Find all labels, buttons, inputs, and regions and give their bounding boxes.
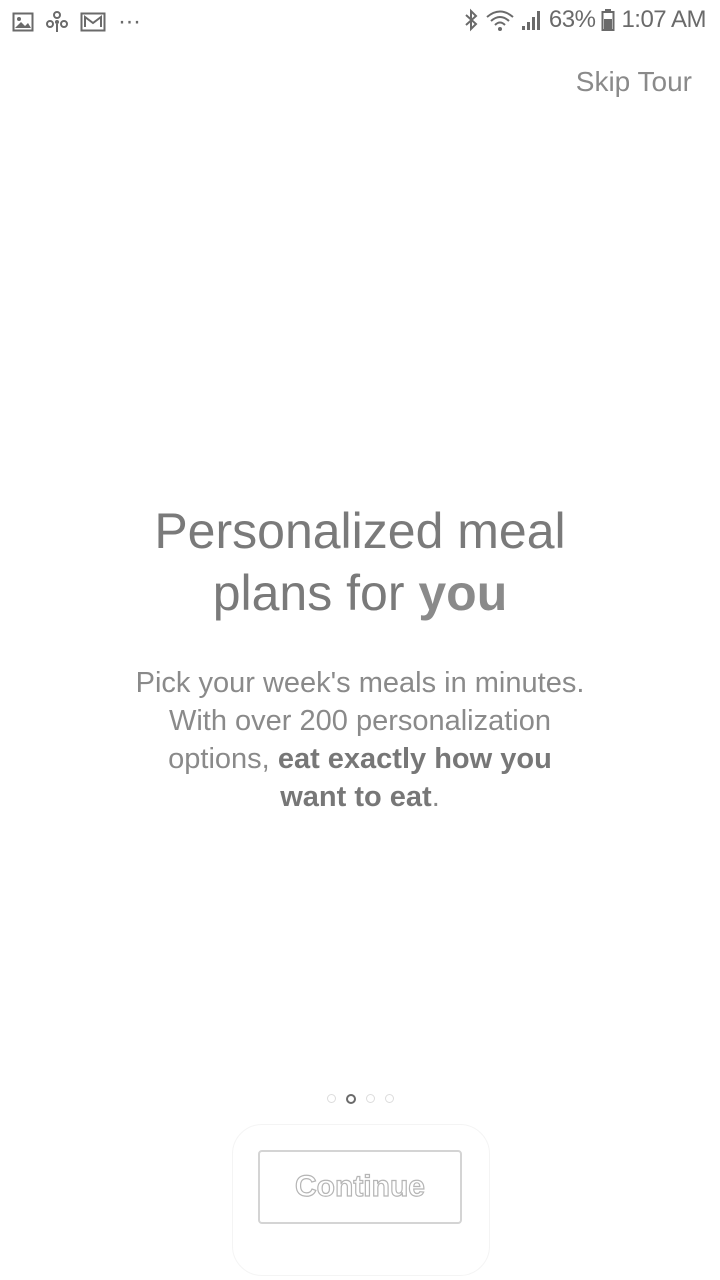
more-notifications: ···: [118, 8, 141, 35]
signal-icon: [521, 8, 543, 32]
subtitle-emphasis-1: eat exactly how you: [277, 743, 552, 775]
gmail-icon: [80, 12, 106, 32]
subtitle-line-1: Pick your week's meals in minutes.: [135, 667, 585, 699]
subtitle-line-3: options, eat exactly how you: [80, 740, 640, 778]
status-bar: ··· 63% 1:07 AM: [0, 0, 720, 44]
headline-line-1: Personalized meal: [154, 503, 566, 559]
page-title: Personalized meal plans for you: [60, 500, 660, 624]
page-indicator: [0, 1094, 720, 1104]
pinwheel-icon: [46, 11, 68, 33]
onboarding-description: Pick your week's meals in minutes. With …: [80, 664, 640, 816]
bluetooth-icon: [463, 8, 479, 32]
battery-percent: 63%: [548, 6, 596, 33]
wifi-icon: [485, 8, 515, 32]
page-dot-1[interactable]: [326, 1094, 336, 1103]
page-dot-3[interactable]: [365, 1094, 375, 1103]
subtitle-line-2: With over 200 personalization: [168, 705, 552, 737]
headline-line-2: plans for you: [60, 562, 660, 624]
clock-time: 1:07 AM: [621, 6, 706, 33]
subtitle-line-4-text: .: [431, 781, 440, 813]
status-left: ···: [12, 8, 141, 36]
page-dot-4[interactable]: [384, 1094, 394, 1103]
subtitle-line-3-text: options,: [168, 743, 278, 775]
subtitle-emphasis-2: want to eat: [280, 781, 432, 813]
status-right: 63% 1:07 AM: [463, 6, 706, 34]
headline-emphasis: you: [418, 565, 508, 621]
image-icon: [12, 12, 34, 32]
subtitle-line-4: want to eat.: [80, 778, 640, 816]
headline-line-2-text: plans for: [212, 565, 419, 621]
continue-button[interactable]: Continue: [258, 1150, 462, 1224]
page-dot-2[interactable]: [345, 1094, 356, 1104]
battery-icon: [601, 8, 615, 32]
skip-tour-button[interactable]: Skip Tour: [576, 66, 692, 98]
